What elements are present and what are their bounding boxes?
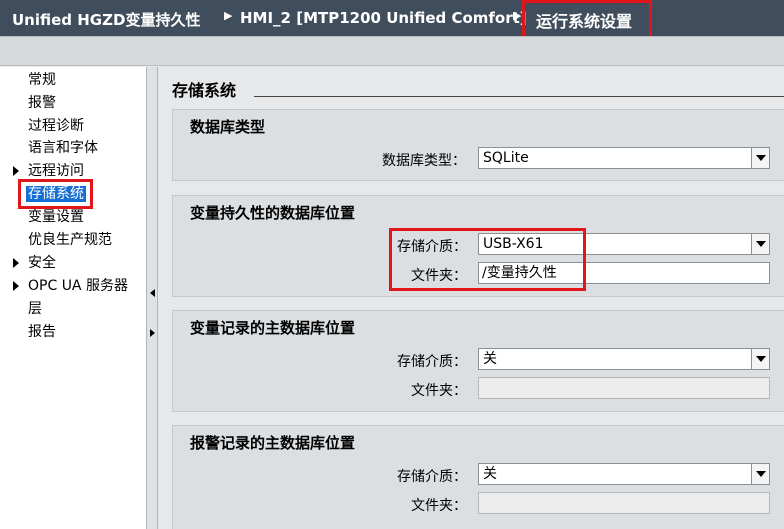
nav-item-label: 报告: [28, 324, 56, 340]
storage-medium-label: 存储介质：: [397, 469, 467, 485]
group-title: 报警记录的主数据库位置: [190, 434, 356, 452]
breadcrumb-separator-icon: ▶: [513, 9, 522, 22]
expand-arrow-icon[interactable]: [13, 258, 19, 268]
folder-label: 文件夹：: [411, 383, 467, 399]
group-alarm-logging-db-location: 报警记录的主数据库位置 存储介质： 关 文件夹：: [172, 425, 784, 529]
editor-titlebar: Unified HGZD变量持久性 ▶ HMI_2 [MTP1200 Unifi…: [0, 0, 784, 42]
storage-medium-value: 关: [483, 351, 497, 367]
nav-item-label: 语言和字体: [28, 140, 98, 156]
nav-item-label: OPC UA 服务器: [28, 278, 128, 294]
expand-arrow-icon[interactable]: [13, 166, 19, 176]
settings-nav-tree: 常规 报警 过程诊断 语言和字体 远程访问 存储系统 变量设置 优良生产规范 安…: [0, 67, 146, 529]
annotation-highlight-box: [18, 179, 93, 209]
chevron-down-icon[interactable]: [751, 349, 769, 369]
chevron-down-icon[interactable]: [751, 234, 769, 254]
chevron-down-icon[interactable]: [751, 464, 769, 484]
group-title: 数据库类型: [190, 118, 266, 136]
folder-label: 文件夹：: [411, 498, 467, 514]
panel-splitter[interactable]: [146, 67, 158, 529]
nav-item-label: 报警: [28, 95, 56, 111]
nav-item-tag-settings[interactable]: 变量设置: [28, 207, 84, 227]
nav-item-label: 优良生产规范: [28, 232, 112, 248]
group-tag-persistence-db-location: 变量持久性的数据库位置 存储介质： USB-X61 文件夹： /变量持久性: [172, 195, 784, 297]
toolbar: [0, 36, 784, 66]
breadcrumb-project[interactable]: Unified HGZD变量持久性: [12, 9, 200, 30]
nav-item-opc-ua-server[interactable]: OPC UA 服务器: [28, 276, 128, 296]
nav-item-security[interactable]: 安全: [28, 253, 56, 273]
settings-content: 存储系统 数据库类型 数据库类型： SQLite 变量持久性的数据库位置 存储介…: [158, 67, 784, 529]
nav-item-label: 远程访问: [28, 163, 84, 179]
group-db-type: 数据库类型 数据库类型： SQLite: [172, 109, 784, 181]
breadcrumb-separator-icon: ▶: [224, 9, 233, 22]
breadcrumb-device[interactable]: HMI_2 [MTP1200 Unified Comfort]: [240, 9, 527, 27]
chevron-down-icon[interactable]: [751, 148, 769, 168]
db-type-label: 数据库类型：: [382, 153, 466, 169]
folder-input: [478, 492, 770, 514]
nav-item-label: 常规: [28, 72, 56, 88]
nav-item-gmp[interactable]: 优良生产规范: [28, 230, 112, 250]
storage-medium-label: 存储介质：: [397, 354, 467, 370]
group-tag-logging-db-location: 变量记录的主数据库位置 存储介质： 关 文件夹：: [172, 310, 784, 412]
storage-medium-select[interactable]: 关: [478, 463, 770, 485]
group-title: 变量持久性的数据库位置: [190, 204, 356, 222]
db-type-value: SQLite: [483, 150, 529, 166]
nav-item-layers[interactable]: 层: [28, 299, 42, 319]
nav-item-alarms[interactable]: 报警: [28, 93, 56, 113]
nav-item-label: 层: [28, 301, 42, 317]
nav-item-language-font[interactable]: 语言和字体: [28, 138, 98, 158]
folder-input: [478, 377, 770, 399]
storage-medium-select[interactable]: 关: [478, 348, 770, 370]
nav-item-general[interactable]: 常规: [28, 70, 56, 90]
group-title: 变量记录的主数据库位置: [190, 319, 356, 337]
db-type-select[interactable]: SQLite: [478, 147, 770, 169]
expand-arrow-icon[interactable]: [13, 281, 19, 291]
annotation-highlight-box: [389, 228, 586, 291]
nav-item-process-diagnostics[interactable]: 过程诊断: [28, 116, 84, 136]
expand-right-icon[interactable]: [150, 329, 155, 337]
nav-item-reports[interactable]: 报告: [28, 322, 56, 342]
nav-item-label: 安全: [28, 255, 56, 271]
nav-item-label: 变量设置: [28, 209, 84, 225]
section-title: 存储系统: [172, 81, 237, 100]
nav-item-label: 过程诊断: [28, 118, 84, 134]
storage-medium-value: 关: [483, 466, 497, 482]
nav-item-remote-access[interactable]: 远程访问: [28, 161, 84, 181]
collapse-left-icon[interactable]: [150, 289, 155, 297]
section-divider: [254, 96, 784, 97]
